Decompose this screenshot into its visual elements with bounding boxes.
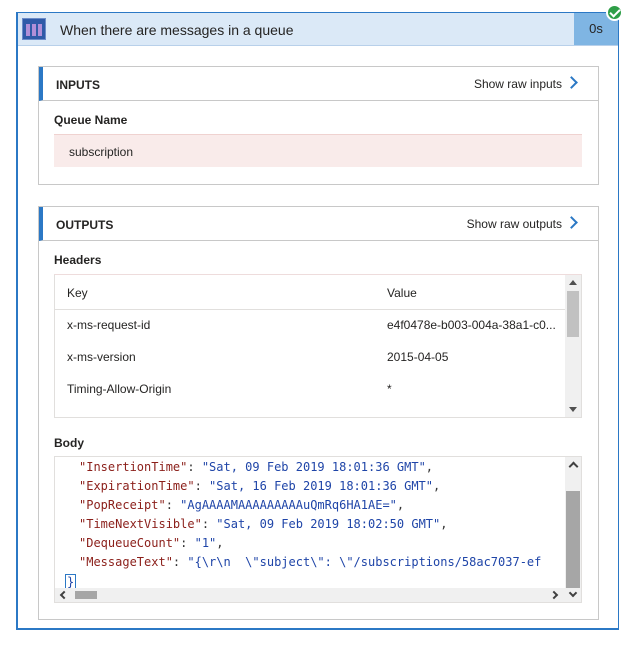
chevron-right-icon[interactable] (549, 590, 559, 600)
chevron-right-icon[interactable] (565, 216, 578, 229)
row-key: x-ms-request-id (67, 318, 151, 332)
inputs-title: INPUTS (56, 78, 101, 92)
headers-table: Key Value x-ms-request-id e4f0478e-b003-… (54, 274, 582, 418)
show-raw-inputs-link[interactable]: Show raw inputs (474, 77, 562, 91)
headers-scrollbar[interactable] (565, 275, 581, 417)
body-vertical-scrollbar[interactable] (565, 457, 581, 589)
chevron-down-icon[interactable] (568, 588, 578, 598)
outputs-section: OUTPUTS Show raw outputs Headers Key Val… (38, 206, 599, 620)
row-value: e4f0478e-b003-004a-38a1-c0... (387, 318, 556, 332)
action-title: When there are messages in a queue (60, 22, 294, 38)
action-card: When there are messages in a queue 0s IN… (16, 12, 619, 630)
scrollbar-thumb[interactable] (566, 491, 580, 589)
queue-name-value: subscription (69, 145, 134, 159)
queue-name-field: subscription (54, 134, 582, 167)
body-horizontal-scrollbar[interactable] (55, 588, 581, 602)
row-key: x-ms-version (67, 350, 136, 364)
row-key: Timing-Allow-Origin (67, 382, 172, 396)
code-line: "DequeueCount": "1", (79, 536, 224, 550)
column-header-key: Key (67, 286, 88, 300)
inputs-section-header: INPUTS Show raw inputs (39, 67, 598, 101)
scroll-down-arrow-icon[interactable] (569, 407, 577, 412)
code-line: "TimeNextVisible": "Sat, 09 Feb 2019 18:… (79, 517, 448, 531)
chevron-up-icon[interactable] (568, 461, 579, 472)
success-check-icon (606, 4, 623, 21)
action-card-header[interactable]: When there are messages in a queue 0s (18, 13, 618, 46)
queue-name-label: Queue Name (54, 113, 128, 127)
inputs-section: INPUTS Show raw inputs Queue Name subscr… (38, 66, 599, 185)
row-value: 2015-04-05 (387, 350, 449, 364)
headers-label: Headers (54, 253, 102, 267)
chevron-left-icon[interactable] (59, 590, 69, 600)
code-line: "PopReceipt": "AgAAAAMAAAAAAAAAuQmRq6HA1… (79, 498, 405, 512)
row-value: * (387, 382, 392, 396)
queue-icon (22, 18, 46, 40)
scrollbar-thumb[interactable] (567, 291, 579, 337)
header-divider (55, 309, 565, 310)
code-line: "ExpirationTime": "Sat, 16 Feb 2019 18:0… (79, 479, 441, 493)
code-line: "InsertionTime": "Sat, 09 Feb 2019 18:01… (79, 460, 434, 474)
show-raw-outputs-link[interactable]: Show raw outputs (467, 217, 562, 231)
column-header-value: Value (387, 286, 417, 300)
outputs-title: OUTPUTS (56, 218, 114, 232)
body-code-editor[interactable]: "InsertionTime": "Sat, 09 Feb 2019 18:01… (54, 456, 582, 603)
body-label: Body (54, 436, 84, 450)
scroll-up-arrow-icon[interactable] (569, 280, 577, 285)
chevron-right-icon[interactable] (565, 76, 578, 89)
code-line: "MessageText": "{\r\n \"subject\": \"/su… (79, 555, 542, 569)
outputs-section-header: OUTPUTS Show raw outputs (39, 207, 598, 241)
scrollbar-thumb[interactable] (75, 591, 97, 599)
